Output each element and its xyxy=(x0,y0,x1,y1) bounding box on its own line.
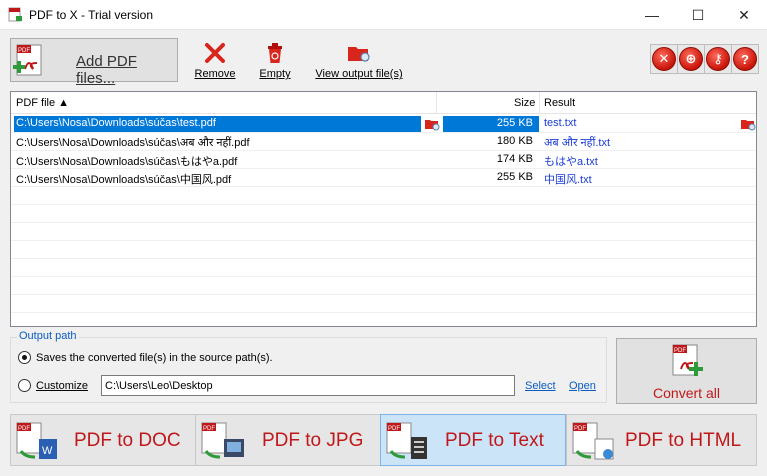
remove-icon xyxy=(205,43,225,63)
table-row[interactable]: C:\Users\Nosa\Downloads\súčas\अब और नहीं… xyxy=(11,133,756,151)
svg-text:PDF: PDF xyxy=(18,48,30,54)
folder-search-icon xyxy=(348,47,370,62)
convert-icon: PDF xyxy=(672,344,703,376)
svg-text:PDF: PDF xyxy=(574,426,586,432)
empty-button[interactable]: Empty xyxy=(255,42,295,82)
source-path-radio[interactable] xyxy=(18,351,31,364)
select-link[interactable]: Select xyxy=(525,380,556,392)
maximize-button[interactable]: ☐ xyxy=(675,0,721,30)
close-button[interactable]: ✕ xyxy=(721,0,767,30)
trash-icon xyxy=(268,43,282,63)
header-size[interactable]: Size xyxy=(514,97,535,109)
empty-row xyxy=(11,241,756,259)
key-button[interactable]: ⚷ xyxy=(704,44,732,74)
customize-label[interactable]: Customize xyxy=(36,380,88,392)
output-path-group: Output path Saves the converted file(s) … xyxy=(10,330,607,403)
row-file: C:\Users\Nosa\Downloads\súčas\中国风.pdf xyxy=(16,174,232,186)
view-output-files-button[interactable]: View output file(s) xyxy=(312,42,406,82)
empty-label: Empty xyxy=(259,68,291,80)
tab-pdf-to-html[interactable]: PDF PDF to HTML xyxy=(566,414,757,466)
svg-text:PDF: PDF xyxy=(674,348,686,354)
svg-text:PDF: PDF xyxy=(388,426,400,432)
add-pdf-icon: PDF xyxy=(13,44,42,76)
window-title: PDF to X - Trial version xyxy=(29,8,154,22)
row-file: C:\Users\Nosa\Downloads\súčas\अब और नहीं… xyxy=(16,137,250,149)
customize-text: Customize xyxy=(36,380,88,392)
tab-pdf-to-jpg[interactable]: PDF PDF to JPG xyxy=(195,414,381,466)
row-file: C:\Users\Nosa\Downloads\súčas\もはやa.pdf xyxy=(16,156,238,168)
svg-text:PDF: PDF xyxy=(203,426,215,432)
list-header: PDF file ▲ Size Result xyxy=(11,92,756,114)
pdf-to-doc-label: PDF to DOC xyxy=(74,430,181,451)
remove-button[interactable]: Remove xyxy=(193,42,237,82)
globe-button[interactable]: ⊕ xyxy=(677,44,705,74)
empty-row xyxy=(11,187,756,205)
header-pdf-file[interactable]: PDF file ▲ xyxy=(16,97,69,109)
pdf-to-jpg-icon: PDF xyxy=(201,422,244,459)
pdf-to-html-label: PDF to HTML xyxy=(625,430,742,451)
convert-all-button[interactable]: PDF Convert all xyxy=(616,338,757,404)
pdf-to-text-icon: PDF xyxy=(386,422,427,459)
table-row[interactable]: C:\Users\Nosa\Downloads\súčas\中国风.pdf 25… xyxy=(11,169,756,187)
open-folder-icon[interactable] xyxy=(424,117,440,131)
row-result[interactable]: もはやa.txt xyxy=(544,153,744,169)
key-icon: ⚷ xyxy=(706,47,730,71)
pdf-to-html-icon: PDF xyxy=(572,422,614,460)
pdf-to-doc-icon: PDF W xyxy=(16,422,57,459)
pdf-to-jpg-label: PDF to JPG xyxy=(262,430,364,451)
row-result[interactable]: अब और नहीं.txt xyxy=(544,135,744,150)
table-row[interactable]: C:\Users\Nosa\Downloads\súčas\もはやa.pdf 1… xyxy=(11,151,756,169)
view-output-files-label: View output file(s) xyxy=(315,68,403,80)
header-result[interactable]: Result xyxy=(544,97,575,109)
pdf-file-list[interactable]: PDF file ▲ Size Result C:\Users\Nosa\Dow… xyxy=(10,91,757,327)
table-row[interactable]: C:\Users\Nosa\Downloads\súčas\test.pdf 2… xyxy=(11,115,756,133)
pdf-to-text-label: PDF to Text xyxy=(445,430,544,451)
svg-text:PDF: PDF xyxy=(18,426,30,432)
empty-row xyxy=(11,259,756,277)
tools-icon: ✕ xyxy=(652,47,676,71)
open-folder-icon[interactable] xyxy=(740,117,756,131)
row-size: 180 KB xyxy=(496,135,533,147)
empty-row xyxy=(11,277,756,295)
row-size: 255 KB xyxy=(496,171,533,183)
empty-row xyxy=(11,223,756,241)
minimize-button[interactable]: — xyxy=(629,0,675,30)
output-path-legend: Output path xyxy=(17,330,79,342)
help-button[interactable]: ? xyxy=(731,44,759,74)
row-result[interactable]: test.txt xyxy=(544,117,744,129)
row-size: 174 KB xyxy=(496,153,533,165)
convert-all-label: Convert all xyxy=(653,385,720,401)
remove-label: Remove xyxy=(194,68,236,80)
output-path-input[interactable] xyxy=(101,375,515,396)
title-bar: PDF to X - Trial version — ☐ ✕ xyxy=(0,0,767,30)
tab-pdf-to-doc[interactable]: PDF W PDF to DOC xyxy=(10,414,196,466)
row-file: C:\Users\Nosa\Downloads\súčas\test.pdf xyxy=(16,117,216,129)
tools-button[interactable]: ✕ xyxy=(650,44,678,74)
column-divider[interactable] xyxy=(539,92,540,114)
add-pdf-files-label: Add PDF files... xyxy=(76,53,137,87)
row-size: 255 KB xyxy=(496,117,533,129)
svg-text:W: W xyxy=(42,445,53,457)
app-icon xyxy=(8,7,22,22)
globe-icon: ⊕ xyxy=(679,47,703,71)
tab-pdf-to-text[interactable]: PDF PDF to Text xyxy=(380,414,566,466)
add-pdf-files-button[interactable]: PDF Add PDF files... xyxy=(10,38,178,87)
row-result[interactable]: 中国风.txt xyxy=(544,171,744,187)
customize-radio[interactable] xyxy=(18,379,31,392)
open-link[interactable]: Open xyxy=(569,380,596,392)
empty-row xyxy=(11,205,756,223)
source-path-label[interactable]: Saves the converted file(s) in the sourc… xyxy=(36,352,273,364)
empty-row xyxy=(11,295,756,313)
column-divider[interactable] xyxy=(436,92,437,114)
help-icon: ? xyxy=(733,47,757,71)
